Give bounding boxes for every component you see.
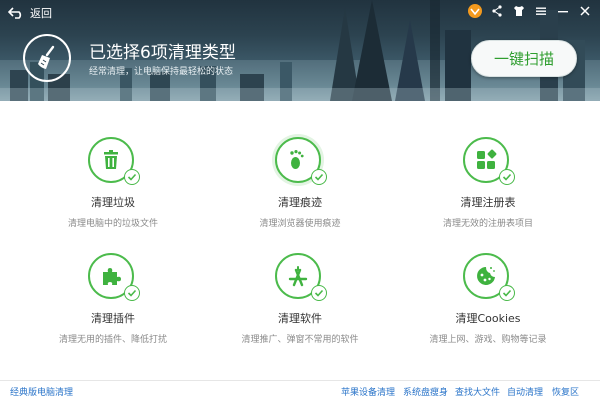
checked-check-icon[interactable]	[499, 169, 515, 185]
auto-clean-link[interactable]: 自动清理	[507, 385, 543, 398]
option-desc: 清理上网、游戏、购物等记录	[429, 335, 547, 345]
recovery-area-link[interactable]: 恢复区	[552, 385, 579, 398]
option-title: 清理垃圾	[91, 196, 135, 209]
menu-icon[interactable]	[532, 2, 550, 20]
page-subtitle: 经常清理，让电脑保持最轻松的状态	[89, 67, 234, 77]
option-desc: 清理推广、弹窗不常用的软件	[241, 335, 359, 345]
checked-check-icon[interactable]	[124, 285, 140, 301]
share-icon[interactable]	[488, 2, 506, 20]
option-clean-traces[interactable]: 清理痕迹 清理浏览器使用痕迹	[210, 137, 390, 229]
option-clean-plugins[interactable]: 清理插件 清理无用的插件、降低打扰	[23, 253, 203, 345]
back-button[interactable]: 返回	[8, 4, 52, 22]
back-arrow-icon	[8, 7, 22, 19]
window-controls	[466, 2, 594, 20]
find-large-files-link[interactable]: 查找大文件	[455, 385, 500, 398]
option-desc: 清理无效的注册表项目	[442, 219, 533, 229]
option-title: 清理Cookies	[455, 312, 521, 325]
option-clean-registry[interactable]: 清理注册表 清理无效的注册表项目	[398, 137, 578, 229]
checked-check-icon[interactable]	[499, 285, 515, 301]
option-title: 清理软件	[278, 312, 322, 325]
apple-device-cleanup-link[interactable]: 苹果设备清理	[341, 385, 395, 398]
option-clean-software[interactable]: 清理软件 清理推广、弹窗不常用的软件	[210, 253, 390, 345]
one-click-scan-button[interactable]: 一键扫描	[471, 40, 577, 77]
classic-cleanup-link[interactable]: 经典版电脑清理	[10, 385, 73, 398]
checked-check-icon[interactable]	[311, 285, 327, 301]
page-title: 已选择6项清理类型	[89, 43, 236, 63]
checked-check-icon[interactable]	[124, 169, 140, 185]
option-clean-cookies[interactable]: 清理Cookies 清理上网、游戏、购物等记录	[398, 253, 578, 345]
option-desc: 清理浏览器使用痕迹	[259, 219, 341, 229]
option-desc: 清理电脑中的垃圾文件	[67, 219, 158, 229]
skin-shirt-icon[interactable]	[510, 2, 528, 20]
option-title: 清理痕迹	[278, 196, 322, 209]
option-desc: 清理无用的插件、降低打扰	[58, 335, 167, 345]
system-disk-slim-link[interactable]: 系统盘瘦身	[403, 385, 448, 398]
back-label: 返回	[30, 7, 52, 20]
option-title: 清理插件	[91, 312, 135, 325]
header-banner: 返回 已选择6项清理类型 经常清理，让电脑保持最轻松的状态 一键扫描	[0, 0, 600, 101]
vip-badge-icon[interactable]	[466, 2, 484, 20]
broom-icon	[23, 34, 71, 82]
minimize-icon[interactable]	[554, 2, 572, 20]
footer-bar: 经典版电脑清理 苹果设备清理 系统盘瘦身 查找大文件 自动清理 恢复区	[0, 380, 600, 400]
close-icon[interactable]	[576, 2, 594, 20]
option-clean-junk[interactable]: 清理垃圾 清理电脑中的垃圾文件	[23, 137, 203, 229]
option-title: 清理注册表	[460, 196, 516, 209]
checked-check-icon[interactable]	[311, 169, 327, 185]
